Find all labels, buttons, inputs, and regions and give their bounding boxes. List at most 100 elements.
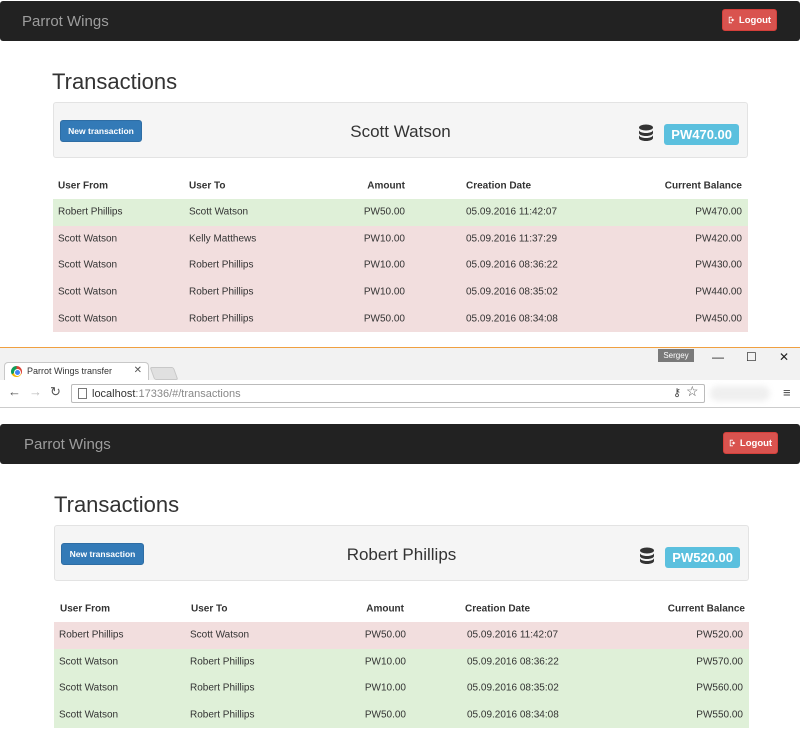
cell-creation-date: 05.09.2016 08:36:22 (466, 259, 558, 271)
key-icon[interactable]: ⚷ (673, 386, 681, 399)
cell-current-balance: PW430.00 (695, 259, 742, 271)
reload-icon[interactable]: ↻ (50, 384, 61, 400)
cell-amount: PW10.00 (364, 656, 406, 668)
col-user-to[interactable]: User To (191, 604, 228, 615)
transactions-table: User From User To Amount Creation Date C… (53, 173, 748, 332)
address-bar[interactable]: localhost:17336/#/transactions (71, 384, 705, 403)
cell-user-from: Scott Watson (59, 709, 119, 721)
page-title: Transactions (54, 492, 180, 517)
logout-label: Logout (738, 14, 772, 26)
page-title: Transactions (52, 69, 178, 94)
table-row: Scott Watson Robert Phillips PW10.00 05.09.… (54, 675, 749, 702)
cell-creation-date: 05.09.2016 08:34:08 (466, 313, 558, 325)
cell-amount: PW50.00 (364, 629, 406, 641)
logout-label: Logout (739, 437, 773, 449)
cell-amount: PW50.00 (364, 709, 406, 721)
col-user-from[interactable]: User From (60, 604, 110, 615)
cell-user-from: Robert Phillips (58, 206, 123, 218)
col-current-balance[interactable]: Current Balance (668, 604, 745, 615)
cell-creation-date: 05.09.2016 08:35:02 (467, 682, 559, 694)
balance-badge: PW470.00 (664, 124, 739, 145)
page-icon (78, 388, 87, 399)
bottom-navbar: Parrot Wings Logout (0, 424, 800, 464)
transactions-table: User From User To Amount Creation Date C… (54, 596, 749, 729)
cell-user-to: Robert Phillips (189, 259, 254, 271)
cell-amount: PW50.00 (363, 206, 405, 218)
cell-amount: PW10.00 (363, 259, 405, 271)
logout-button[interactable]: Logout (722, 9, 777, 31)
cell-creation-date: 05.09.2016 11:37:29 (466, 233, 558, 245)
cell-amount: PW10.00 (363, 233, 405, 245)
url-text: localhost:17336/#/transactions (92, 388, 241, 400)
cell-amount: PW10.00 (364, 682, 406, 694)
brand-link[interactable]: Parrot Wings (24, 436, 111, 453)
cell-user-to: Scott Watson (190, 629, 250, 641)
col-user-from[interactable]: User From (58, 181, 108, 192)
menu-icon[interactable]: ≡ (783, 385, 791, 400)
cell-amount: PW10.00 (363, 286, 405, 298)
cell-user-to: Kelly Matthews (189, 233, 257, 245)
brand-link[interactable]: Parrot Wings (22, 13, 109, 30)
col-creation-date[interactable]: Creation Date (465, 604, 625, 615)
col-amount[interactable]: Amount (366, 604, 404, 615)
cell-creation-date: 05.09.2016 08:35:02 (466, 286, 558, 298)
back-arrow-icon[interactable]: ← (8, 384, 21, 399)
user-summary-panel: New transaction Scott Watson PW470.00 (53, 102, 748, 158)
close-tab-icon[interactable]: ✕ (134, 365, 142, 376)
col-creation-date[interactable]: Creation Date (466, 181, 626, 192)
bookmark-star-icon[interactable]: ☆ (686, 383, 699, 400)
top-navbar: Parrot Wings Logout (0, 1, 800, 41)
table-row: Scott Watson Robert Phillips PW10.00 05.09.… (54, 648, 749, 676)
logout-button[interactable]: Logout (723, 432, 778, 454)
cell-current-balance: PW470.00 (695, 206, 742, 218)
cell-user-from: Scott Watson (59, 682, 119, 694)
cell-current-balance: PW550.00 (696, 709, 743, 721)
cell-current-balance: PW420.00 (695, 233, 742, 245)
table-row: Robert Phillips Scott Watson PW50.00 05.09.… (53, 199, 748, 226)
cell-current-balance: PW450.00 (695, 313, 742, 325)
cell-user-from: Scott Watson (58, 313, 118, 325)
maximize-icon[interactable]: ☐ (746, 350, 757, 364)
close-window-icon[interactable]: ✕ (779, 350, 789, 364)
logout-icon (729, 439, 736, 447)
balance-badge: PW520.00 (665, 547, 740, 568)
forward-arrow-icon[interactable]: → (29, 384, 42, 399)
chrome-favicon-icon (11, 366, 22, 377)
table-header: User From User To Amount Creation Date C… (54, 596, 749, 622)
logout-icon (728, 16, 735, 24)
cell-current-balance: PW560.00 (696, 682, 743, 694)
tab-title: Parrot Wings transfer (27, 366, 113, 376)
table-row: Scott Watson Robert Phillips PW50.00 05.09.… (54, 701, 749, 729)
cell-user-from: Robert Phillips (59, 629, 124, 641)
cell-user-to: Robert Phillips (189, 286, 254, 298)
user-summary-panel: New transaction Robert Phillips PW520.00 (54, 525, 749, 581)
col-current-balance[interactable]: Current Balance (665, 181, 742, 192)
database-icon (640, 547, 654, 564)
table-row: Scott Watson Robert Phillips PW50.00 05.09.… (53, 305, 748, 332)
cell-creation-date: 05.09.2016 11:42:07 (466, 206, 558, 218)
cell-creation-date: 05.09.2016 08:36:22 (467, 656, 559, 668)
table-row: Scott Watson Kelly Matthews PW10.00 05.09.2… (53, 225, 748, 253)
cell-creation-date: 05.09.2016 08:34:08 (467, 709, 559, 721)
new-tab-button[interactable] (149, 367, 179, 380)
table-row: Scott Watson Robert Phillips PW10.00 05.09.… (53, 278, 748, 306)
cell-current-balance: PW440.00 (695, 286, 742, 298)
database-icon (639, 124, 653, 141)
cell-current-balance: PW570.00 (696, 656, 743, 668)
cell-user-from: Scott Watson (58, 259, 118, 271)
cell-user-to: Scott Watson (189, 206, 249, 218)
profile-badge[interactable]: Sergey (658, 349, 694, 362)
cell-user-to: Robert Phillips (190, 682, 255, 694)
cell-user-to: Robert Phillips (190, 656, 255, 668)
cell-amount: PW50.00 (363, 313, 405, 325)
table-header: User From User To Amount Creation Date C… (53, 173, 748, 199)
cell-user-from: Scott Watson (59, 656, 119, 668)
cell-user-from: Scott Watson (58, 233, 118, 245)
minimize-icon[interactable]: — (712, 350, 724, 364)
cell-current-balance: PW520.00 (696, 629, 743, 641)
col-user-to[interactable]: User To (189, 181, 226, 192)
col-amount[interactable]: Amount (367, 181, 405, 192)
cell-user-to: Robert Phillips (189, 313, 254, 325)
browser-tab[interactable]: Parrot Wings transfer ✕ (4, 362, 149, 380)
blurred-extensions (710, 386, 770, 401)
